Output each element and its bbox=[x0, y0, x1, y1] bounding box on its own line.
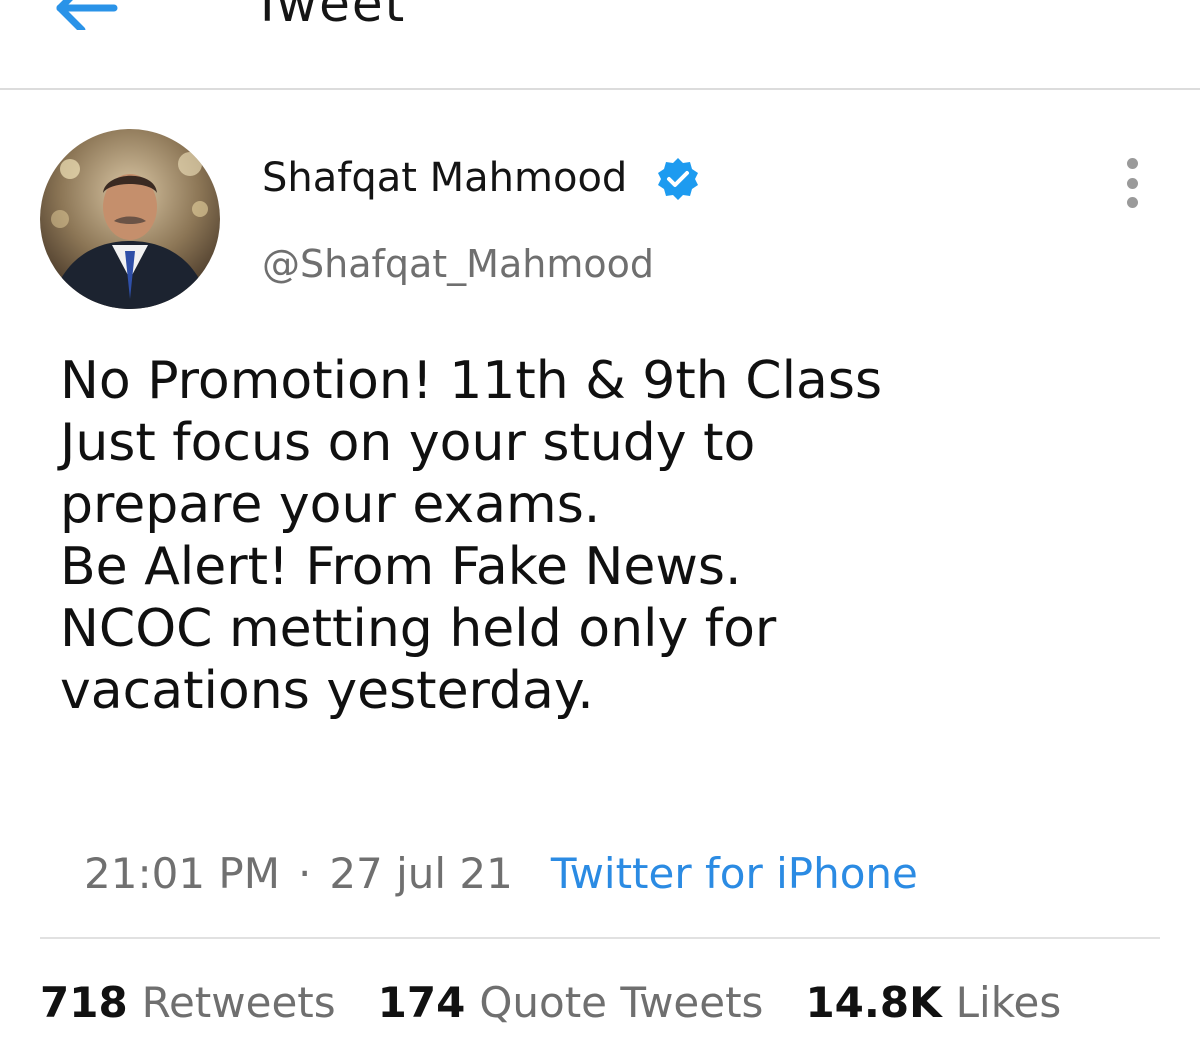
avatar[interactable] bbox=[40, 129, 220, 309]
back-arrow-icon[interactable] bbox=[52, 0, 122, 34]
quote-tweets-label: Quote Tweets bbox=[479, 978, 764, 1027]
tweet-source-link[interactable]: Twitter for iPhone bbox=[551, 849, 918, 898]
quote-tweets-count: 174 bbox=[377, 978, 466, 1027]
author-handle[interactable]: @Shafqat_Mahmood bbox=[262, 236, 654, 292]
more-options-icon[interactable] bbox=[1110, 152, 1154, 214]
tweet-text: No Promotion! 11th & 9th Class Just focu… bbox=[60, 350, 1160, 722]
stats-divider bbox=[40, 937, 1160, 939]
author-display-name[interactable]: Shafqat Mahmood bbox=[262, 150, 627, 206]
verified-badge-icon bbox=[655, 156, 701, 202]
tweet-meta: 21:01 PM · 27 jul 21 Twitter for iPhone bbox=[84, 838, 918, 908]
tweet-line: Just focus on your study to bbox=[60, 413, 756, 473]
tweet-line: prepare your exams. bbox=[60, 475, 601, 535]
tweet-line: Be Alert! From Fake News. bbox=[60, 537, 742, 597]
retweets-count: 718 bbox=[40, 978, 128, 1027]
likes-stat[interactable]: 14.8K Likes bbox=[805, 978, 1061, 1027]
retweets-label: Retweets bbox=[141, 978, 336, 1027]
meta-separator: · bbox=[297, 848, 312, 898]
header-divider bbox=[0, 88, 1200, 90]
retweets-stat[interactable]: 718 Retweets bbox=[40, 978, 336, 1027]
tweet-line: NCOC metting held only for bbox=[60, 599, 777, 659]
tweet-date: 27 jul 21 bbox=[329, 848, 513, 898]
likes-label: Likes bbox=[955, 978, 1062, 1027]
top-bar: Tweet bbox=[0, 0, 1200, 90]
tweet-time: 21:01 PM bbox=[84, 848, 280, 898]
tweet-line: No Promotion! 11th & 9th Class bbox=[60, 351, 883, 411]
tweet-line: vacations yesterday. bbox=[60, 661, 594, 721]
engagement-stats: 718 Retweets 174 Quote Tweets 14.8K Like… bbox=[40, 978, 1103, 1038]
page-title: Tweet bbox=[252, 0, 407, 33]
quote-tweets-stat[interactable]: 174 Quote Tweets bbox=[378, 978, 764, 1027]
likes-count: 14.8K bbox=[805, 978, 942, 1027]
